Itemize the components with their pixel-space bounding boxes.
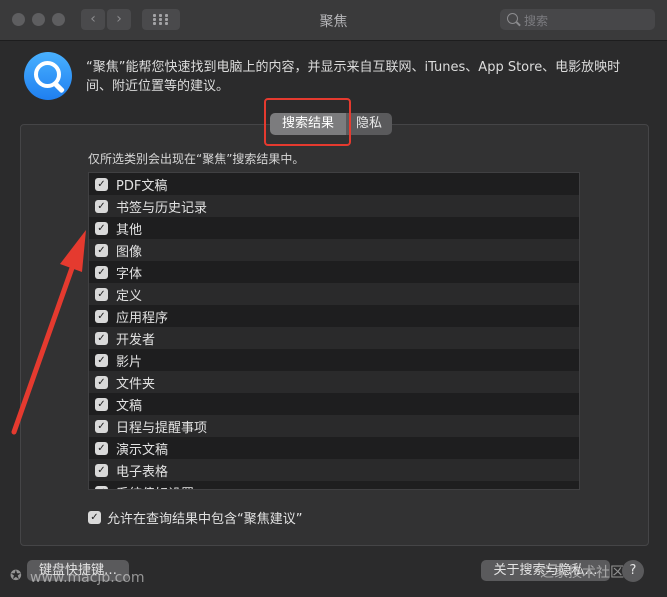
list-item[interactable]: ✓ 其他	[89, 217, 579, 239]
category-label: 书签与历史记录	[116, 200, 208, 216]
category-label: 其他	[116, 222, 143, 238]
category-label: 图像	[116, 244, 143, 260]
help-button[interactable]: ?	[622, 560, 644, 582]
list-item[interactable]: ✓ 系统偏好设置	[89, 481, 579, 490]
list-item[interactable]: ✓ 应用程序	[89, 305, 579, 327]
list-item[interactable]: ✓ 开发者	[89, 327, 579, 349]
list-item[interactable]: ✓ 书签与历史记录	[89, 195, 579, 217]
category-label: 文件夹	[116, 376, 156, 392]
watermark-left: www.macjb.com	[30, 570, 145, 586]
category-label: 电子表格	[116, 464, 169, 480]
category-label: 字体	[116, 266, 143, 282]
checkbox[interactable]: ✓	[95, 331, 108, 345]
list-item[interactable]: ✓ 字体	[89, 261, 579, 283]
category-label: 文稿	[116, 398, 143, 414]
checkbox[interactable]: ✓	[95, 463, 108, 477]
search-input[interactable]: 搜索	[500, 9, 655, 30]
checkbox[interactable]: ✓	[95, 309, 108, 323]
checkbox[interactable]: ✓	[95, 265, 108, 279]
checkbox[interactable]: ✓	[95, 419, 108, 433]
category-label: PDF文稿	[116, 178, 168, 194]
checkbox[interactable]: ✓	[95, 287, 108, 301]
checkbox[interactable]: ✓	[95, 221, 108, 235]
watermark-logo-icon: ✪	[10, 568, 22, 584]
description-text: “聚焦”能帮您快速找到电脑上的内容，并显示来自互联网、iTunes、App St…	[86, 60, 621, 94]
annotation-highlight-box	[264, 98, 351, 146]
category-label: 演示文稿	[116, 442, 169, 458]
list-item[interactable]: ✓ 电子表格	[89, 459, 579, 481]
list-item[interactable]: ✓ 定义	[89, 283, 579, 305]
search-placeholder: 搜索	[524, 14, 549, 28]
list-item[interactable]: ✓ 影片	[89, 349, 579, 371]
search-icon	[507, 13, 518, 24]
list-item[interactable]: ✓ PDF文稿	[89, 173, 579, 195]
list-item[interactable]: ✓ 日程与提醒事项	[89, 415, 579, 437]
checkbox[interactable]: ✓	[95, 485, 108, 489]
allow-suggestions-label: 允许在查询结果中包含“聚焦建议”	[107, 512, 303, 527]
checkbox[interactable]: ✓	[95, 243, 108, 257]
tab-privacy[interactable]: 隐私	[346, 113, 393, 135]
category-label: 系统偏好设置	[116, 483, 194, 490]
category-label: 应用程序	[116, 310, 169, 326]
checkbox[interactable]: ✓	[88, 511, 101, 524]
list-item[interactable]: ✓ 文稿	[89, 393, 579, 415]
category-label: 定义	[116, 288, 143, 304]
list-item[interactable]: ✓ 图像	[89, 239, 579, 261]
category-list[interactable]: ✓ PDF文稿 ✓ 书签与历史记录 ✓ 其他 ✓ 图像 ✓ 字体 ✓ 定义 ✓ 应用程序 ✓ 开发者 ✓ 影片 ✓ 文…	[88, 172, 580, 490]
list-item[interactable]: ✓ 演示文稿	[89, 437, 579, 459]
checkbox[interactable]: ✓	[95, 441, 108, 455]
category-label: 日程与提醒事项	[116, 420, 208, 436]
category-label: 影片	[116, 354, 143, 370]
checkbox[interactable]: ✓	[95, 397, 108, 411]
list-item[interactable]: ✓ 文件夹	[89, 371, 579, 393]
checkbox[interactable]: ✓	[95, 353, 108, 367]
allow-suggestions-checkbox[interactable]: ✓ 允许在查询结果中包含“聚焦建议”	[88, 508, 302, 527]
category-label: 开发者	[116, 332, 156, 348]
checkbox[interactable]: ✓	[95, 177, 108, 191]
watermark-right: 之家技术社区	[540, 565, 624, 581]
spotlight-icon	[24, 52, 72, 100]
checkbox[interactable]: ✓	[95, 199, 108, 213]
panel-caption: 仅所选类别会出现在“聚焦”搜索结果中。	[88, 152, 305, 166]
checkbox[interactable]: ✓	[95, 375, 108, 389]
title-bar: ‹ › 聚焦 搜索	[0, 0, 667, 41]
